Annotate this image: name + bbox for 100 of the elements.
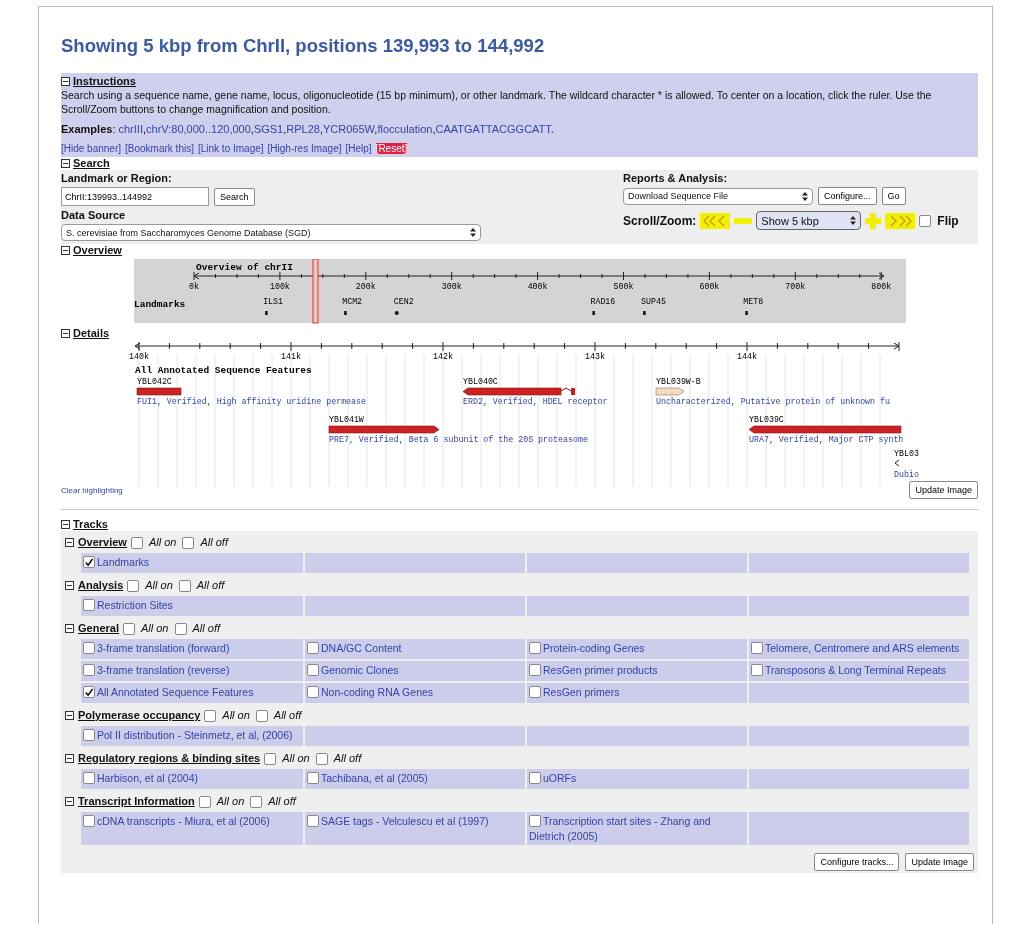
section-heading[interactable]: Search [73, 157, 110, 170]
collapse-icon[interactable] [61, 329, 70, 338]
landmark-input[interactable]: ChrII:139993..144992 [61, 187, 209, 206]
checkbox[interactable] [130, 536, 143, 549]
example-link[interactable]: chrIII [118, 123, 143, 135]
checkbox[interactable] [83, 664, 95, 676]
checkbox[interactable] [307, 772, 319, 784]
track-option[interactable]: Genomic Clones [307, 663, 523, 678]
checkbox[interactable] [127, 579, 140, 592]
banner-link[interactable]: [Help] [345, 143, 372, 154]
scroll-left-icon[interactable] [700, 212, 731, 229]
section-heading[interactable]: Overview [73, 244, 122, 257]
example-link[interactable]: CAATGATTACGGCATT [435, 123, 551, 135]
feature-description[interactable]: Uncharacterized, Putative protein of unknown fu [656, 397, 890, 406]
clear-highlighting-link[interactable]: Clear highlighting [61, 485, 123, 495]
collapse-icon[interactable] [65, 624, 74, 633]
checkbox[interactable] [198, 795, 211, 808]
checkbox[interactable] [255, 709, 268, 722]
feature-glyph[interactable] [462, 387, 575, 396]
track-option[interactable]: Harbison, et al (2004) [83, 771, 301, 786]
checkbox[interactable] [919, 214, 932, 227]
zoom-select[interactable]: Show 5 kbp [756, 211, 862, 230]
group-heading[interactable]: Polymerase occupancy [78, 709, 201, 722]
banner-link[interactable]: [Hide banner] [61, 143, 122, 154]
go-button[interactable]: Go [881, 187, 906, 205]
configure-button[interactable]: Configure... [818, 187, 877, 205]
chromosome-ruler[interactable] [193, 271, 885, 281]
track-option[interactable]: All Annotated Sequence Features [83, 685, 301, 700]
track-option[interactable]: Pol II distribution - Steinmetz, et al, (2006) [83, 728, 301, 743]
checkbox[interactable] [83, 556, 95, 568]
track-option[interactable]: SAGE tags - Velculescu et al (1997) [307, 814, 523, 829]
feature-description[interactable]: Dubio [894, 470, 919, 479]
track-option[interactable]: Transposons & Long Terminal Repeats [751, 663, 967, 678]
collapse-icon[interactable] [65, 797, 74, 806]
section-heading[interactable]: Tracks [73, 518, 108, 531]
collapse-icon[interactable] [61, 77, 70, 86]
scroll-right-icon[interactable] [885, 212, 916, 229]
checkbox[interactable] [529, 664, 541, 676]
track-option[interactable]: Protein-coding Genes [529, 641, 745, 656]
overview-panel[interactable] [134, 259, 906, 323]
feature-glyph[interactable] [748, 425, 902, 434]
track-option[interactable]: Non-coding RNA Genes [307, 685, 523, 700]
feature-description[interactable]: PRE7, Verified, Beta 6 subunit of the 20S proteasome [329, 435, 588, 444]
checkbox[interactable] [122, 622, 135, 635]
update-image-button[interactable]: Update Image [909, 481, 978, 499]
checkbox[interactable] [83, 729, 95, 741]
checkbox[interactable] [83, 815, 95, 827]
track-option[interactable]: 3-frame translation (reverse) [83, 663, 301, 678]
checkbox[interactable] [204, 709, 217, 722]
reports-select[interactable]: Download Sequence File [623, 187, 813, 205]
example-link[interactable]: flocculation [377, 123, 433, 135]
checkbox[interactable] [529, 642, 541, 654]
track-option[interactable]: Tachibana, et al (2005) [307, 771, 523, 786]
track-option[interactable]: ResGen primers [529, 685, 745, 700]
checkbox[interactable] [307, 664, 319, 676]
checkbox[interactable] [307, 686, 319, 698]
checkbox[interactable] [315, 752, 328, 765]
checkbox[interactable] [182, 536, 195, 549]
configure-tracks-button[interactable]: Configure tracks... [814, 853, 900, 871]
track-option[interactable]: uORFs [529, 771, 745, 786]
checkbox[interactable] [529, 815, 541, 827]
checkbox[interactable] [250, 795, 263, 808]
checkbox[interactable] [174, 622, 187, 635]
collapse-icon[interactable] [65, 538, 74, 547]
collapse-icon[interactable] [61, 520, 70, 529]
position-ruler[interactable] [134, 342, 900, 352]
example-link[interactable]: chrV:80,000..120,000 [146, 123, 251, 135]
checkbox[interactable] [83, 599, 95, 611]
checkbox[interactable] [307, 642, 319, 654]
track-option[interactable]: Telomere, Centromere and ARS elements [751, 641, 967, 656]
checkbox[interactable] [529, 686, 541, 698]
checkbox[interactable] [751, 664, 763, 676]
section-heading[interactable]: Instructions [73, 75, 136, 88]
example-link[interactable]: RPL28 [286, 123, 320, 135]
section-heading[interactable]: Details [73, 327, 110, 340]
track-option[interactable]: ResGen primer products [529, 663, 745, 678]
group-heading[interactable]: Overview [78, 536, 127, 549]
banner-link[interactable]: [High-res Image] [267, 143, 342, 154]
collapse-icon[interactable] [65, 711, 74, 720]
collapse-icon[interactable] [61, 159, 70, 168]
track-option[interactable]: Transcription start sites - Zhang and Dietrich (2005) [529, 814, 745, 844]
checkbox[interactable] [178, 579, 191, 592]
checkbox[interactable] [83, 686, 95, 698]
checkbox[interactable] [307, 815, 319, 827]
checkbox[interactable] [529, 772, 541, 784]
track-option[interactable]: Restriction Sites [83, 598, 301, 613]
banner-link[interactable]: [Link to Image] [197, 143, 264, 154]
banner-link[interactable]: [Reset] [375, 143, 408, 154]
checkbox[interactable] [751, 642, 763, 654]
track-option[interactable]: DNA/GC Content [307, 641, 523, 656]
collapse-icon[interactable] [65, 581, 74, 590]
checkbox[interactable] [83, 642, 95, 654]
group-heading[interactable]: Analysis [78, 579, 124, 592]
checkbox[interactable] [264, 752, 277, 765]
update-image-button[interactable]: Update Image [905, 853, 974, 871]
banner-link[interactable]: [Bookmark this] [125, 143, 194, 154]
collapse-icon[interactable] [61, 246, 70, 255]
track-option[interactable]: cDNA transcripts - Miura, et al (2006) [83, 814, 301, 829]
checkbox[interactable] [83, 772, 95, 784]
feature-glyph[interactable] [136, 387, 182, 396]
